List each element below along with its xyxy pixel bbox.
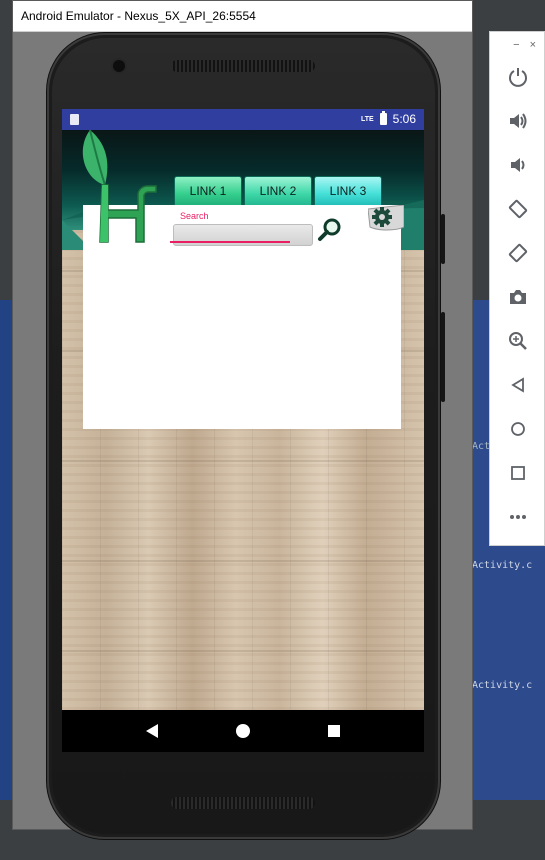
front-camera bbox=[113, 60, 125, 72]
home-icon bbox=[235, 724, 250, 738]
status-time: 5:06 bbox=[392, 112, 416, 126]
volume-up-button[interactable] bbox=[505, 108, 531, 134]
zoom-button[interactable] bbox=[505, 328, 531, 354]
rotate-left-button[interactable] bbox=[505, 196, 531, 222]
app-content: LINK 1 LINK 2 LINK 3 Search bbox=[62, 130, 424, 710]
device-screen[interactable]: LTE 5:06 LINK 1 LINK 2 LINK 3 Search bbox=[62, 109, 424, 752]
ide-code-fragment: Activity.c bbox=[472, 680, 533, 691]
gear-icon[interactable] bbox=[368, 205, 404, 233]
more-icon bbox=[510, 515, 526, 519]
rotate-right-button[interactable] bbox=[505, 240, 531, 266]
tab-link-2[interactable]: LINK 2 bbox=[244, 176, 312, 206]
tab-label: LINK 3 bbox=[329, 184, 367, 198]
tab-link-1[interactable]: LINK 1 bbox=[174, 176, 242, 206]
more-button[interactable] bbox=[505, 504, 531, 530]
battery-icon bbox=[379, 111, 387, 125]
power-icon bbox=[509, 68, 527, 87]
phone-side-button bbox=[441, 214, 445, 264]
recents-icon bbox=[327, 725, 340, 737]
screenshot-button[interactable] bbox=[505, 284, 531, 310]
window-title: Android Emulator - Nexus_5X_API_26:5554 bbox=[21, 9, 256, 23]
plank-line bbox=[62, 460, 424, 462]
back-icon bbox=[511, 377, 524, 393]
volume-up-icon bbox=[510, 113, 527, 129]
logo-icon bbox=[82, 130, 157, 243]
back-button[interactable] bbox=[132, 711, 172, 751]
sd-card-icon bbox=[70, 114, 79, 125]
tab-link-3[interactable]: LINK 3 bbox=[314, 176, 382, 206]
close-button[interactable]: × bbox=[530, 39, 536, 51]
plank-line bbox=[62, 560, 424, 562]
home-icon bbox=[511, 422, 525, 436]
rotate-right-icon bbox=[508, 243, 528, 263]
top-speaker bbox=[171, 60, 315, 72]
minimize-button[interactable]: − bbox=[513, 39, 519, 51]
search-icon[interactable] bbox=[317, 216, 343, 242]
search-hint: Search bbox=[180, 211, 209, 221]
home-button[interactable] bbox=[223, 711, 263, 751]
tab-label: LINK 1 bbox=[189, 184, 227, 198]
emulator-titlebar[interactable]: Android Emulator - Nexus_5X_API_26:5554 bbox=[13, 1, 472, 32]
back-icon bbox=[146, 724, 159, 738]
search-underline bbox=[170, 241, 290, 243]
power-button[interactable] bbox=[505, 64, 531, 90]
status-right: LTE 5:06 bbox=[360, 111, 416, 126]
toolbar-window-controls: − × bbox=[490, 32, 545, 58]
rotate-left-icon bbox=[508, 199, 528, 219]
volume-down-icon bbox=[511, 158, 525, 172]
emulator-toolbar: − × bbox=[489, 31, 545, 546]
zoom-icon bbox=[509, 332, 527, 350]
camera-icon bbox=[510, 290, 526, 304]
network-icon: LTE bbox=[360, 115, 374, 123]
tab-label: LINK 2 bbox=[259, 184, 297, 198]
toolbar-overview-button[interactable] bbox=[505, 460, 531, 486]
phone-volume-button bbox=[441, 312, 445, 402]
ide-code-fragment: Activity.c bbox=[472, 560, 533, 571]
status-bar: LTE 5:06 bbox=[62, 109, 424, 130]
volume-down-button[interactable] bbox=[505, 152, 531, 178]
navigation-bar bbox=[62, 710, 424, 752]
toolbar-home-button[interactable] bbox=[505, 416, 531, 442]
recents-button[interactable] bbox=[314, 711, 354, 751]
bottom-speaker bbox=[171, 797, 315, 809]
overview-icon bbox=[511, 466, 525, 480]
search-field-wrap: Search bbox=[170, 211, 313, 246]
plank-line bbox=[62, 650, 424, 652]
toolbar-back-button[interactable] bbox=[505, 372, 531, 398]
